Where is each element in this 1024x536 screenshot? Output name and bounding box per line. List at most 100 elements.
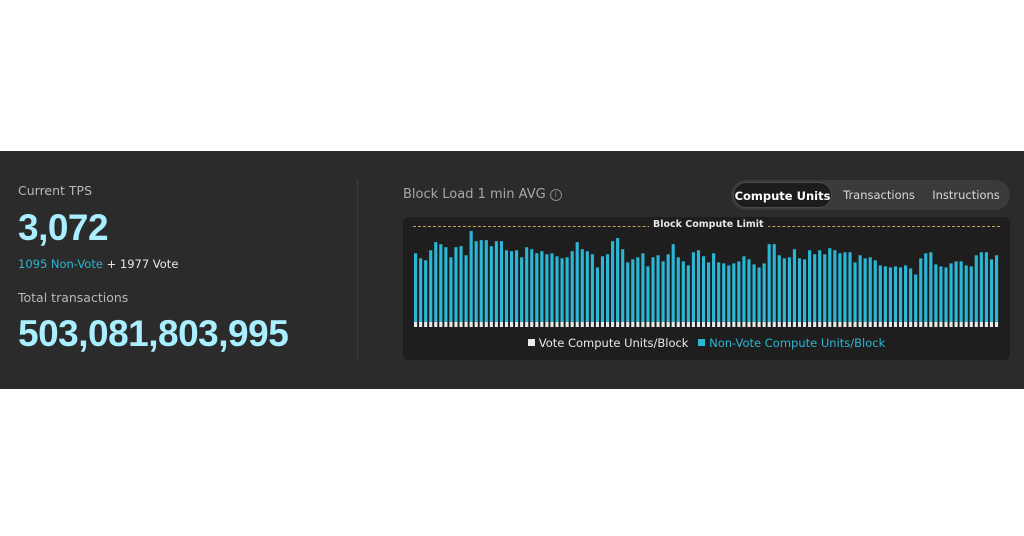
- vote-bar: [732, 321, 736, 327]
- vote-bar: [762, 321, 766, 327]
- legend-nonvote[interactable]: Non-Vote Compute Units/Block: [698, 336, 885, 350]
- vote-bar: [449, 321, 453, 327]
- nonvote-bar: [661, 261, 665, 322]
- nonvote-bar: [994, 255, 999, 322]
- vote-bar: [949, 321, 953, 327]
- nonvote-bar: [429, 250, 433, 322]
- vote-bar: [878, 321, 882, 327]
- tab-transactions[interactable]: Transactions: [834, 182, 924, 208]
- vote-bar: [484, 321, 488, 327]
- nonvote-bar: [964, 265, 968, 322]
- nonvote-bar: [676, 257, 680, 322]
- network-stats-panel: Current TPS 3,072 1095 Non-Vote + 1977 V…: [0, 151, 1024, 389]
- nonvote-bar: [818, 250, 822, 322]
- nonvote-bar: [772, 244, 776, 322]
- nonvote-bar: [984, 252, 988, 322]
- vote-bar: [883, 321, 887, 327]
- vote-bar: [813, 321, 817, 327]
- compute-limit-label: Block Compute Limit: [649, 219, 768, 230]
- nonvote-bar: [671, 244, 675, 322]
- nonvote-bar: [525, 247, 529, 322]
- tab-compute-units[interactable]: Compute Units: [733, 182, 832, 208]
- nonvote-bar: [616, 238, 620, 322]
- nonvote-bar: [701, 256, 706, 322]
- vote-bar: [651, 321, 655, 327]
- vote-bar: [414, 321, 418, 327]
- vote-bar: [984, 321, 988, 327]
- nonvote-bar: [868, 257, 872, 322]
- info-icon[interactable]: i: [549, 189, 562, 201]
- vote-bar: [565, 321, 569, 327]
- nonvote-swatch: [698, 339, 706, 346]
- nonvote-bar: [651, 257, 655, 322]
- vote-bar: [439, 321, 443, 327]
- nonvote-bar: [742, 256, 746, 322]
- nonvote-bar: [752, 264, 756, 322]
- vote-bar: [888, 321, 892, 327]
- nonvote-bar: [934, 264, 938, 322]
- vote-bar: [454, 321, 458, 327]
- nonvote-bar: [575, 242, 579, 322]
- legend-nonvote-label: Non-Vote Compute Units/Block: [709, 336, 886, 350]
- nonvote-bar: [419, 258, 423, 322]
- nonvote-bar: [434, 242, 438, 322]
- vote-bar: [515, 321, 519, 327]
- nonvote-bar: [888, 267, 892, 322]
- nonvote-bar: [808, 250, 812, 322]
- vote-bar: [600, 321, 605, 327]
- nonvote-bar: [469, 231, 473, 322]
- nonvote-bar: [813, 254, 817, 322]
- nonvote-bar: [646, 266, 650, 322]
- vote-bar: [469, 321, 473, 327]
- legend-vote-label: Vote Compute Units/Block: [538, 336, 689, 350]
- nonvote-bar: [666, 254, 670, 322]
- vote-bar: [530, 321, 534, 327]
- vote-bar: [509, 321, 514, 327]
- vote-bar: [777, 321, 781, 327]
- nonvote-bar: [924, 253, 928, 322]
- nonvote-bar: [580, 249, 584, 322]
- vote-bar: [474, 321, 478, 327]
- vote-bar: [429, 321, 433, 327]
- nonvote-bar: [939, 266, 943, 322]
- nonvote-bar: [535, 253, 539, 322]
- nonvote-bar: [550, 253, 554, 322]
- legend-vote[interactable]: Vote Compute Units/Block: [527, 336, 689, 350]
- vote-bar: [722, 321, 726, 327]
- vote-bar: [424, 321, 428, 327]
- vote-bar: [787, 321, 791, 327]
- vote-bar: [863, 321, 867, 327]
- tab-instructions[interactable]: Instructions: [924, 182, 1008, 208]
- vote-bar: [605, 321, 610, 327]
- nonvote-bar: [782, 258, 786, 322]
- vote-bar: [833, 321, 837, 327]
- nonvote-bar: [848, 252, 852, 322]
- vote-bar: [666, 321, 670, 327]
- nonvote-bar: [863, 258, 867, 322]
- vote-bar: [782, 321, 786, 327]
- vote-bar: [550, 321, 554, 327]
- nonvote-bar: [509, 251, 514, 322]
- vote-bar: [792, 321, 797, 327]
- vote-bar: [479, 321, 483, 327]
- total-transactions-value: 503,081,803,995: [18, 313, 289, 354]
- vote-bar: [525, 321, 529, 327]
- chart-title-text: Block Load 1 min AVG: [403, 187, 546, 202]
- nonvote-bar: [631, 259, 635, 322]
- block-load-bars: [414, 231, 999, 327]
- nonvote-bar: [878, 265, 882, 322]
- current-tps-label: Current TPS: [18, 183, 93, 198]
- nonvote-bar: [504, 250, 509, 322]
- nonvote-bar: [691, 252, 695, 322]
- nonvote-bar: [414, 253, 418, 322]
- vote-bar: [873, 321, 877, 327]
- nonvote-bar: [787, 257, 791, 322]
- vote-bar: [823, 321, 827, 327]
- vote-bar: [843, 321, 847, 327]
- nonvote-bar: [823, 254, 827, 322]
- nonvote-bar: [459, 246, 463, 322]
- nonvote-bar: [585, 251, 589, 322]
- nonvote-bar: [454, 247, 458, 322]
- nonvote-bar: [959, 261, 963, 322]
- nonvote-bar: [722, 263, 726, 322]
